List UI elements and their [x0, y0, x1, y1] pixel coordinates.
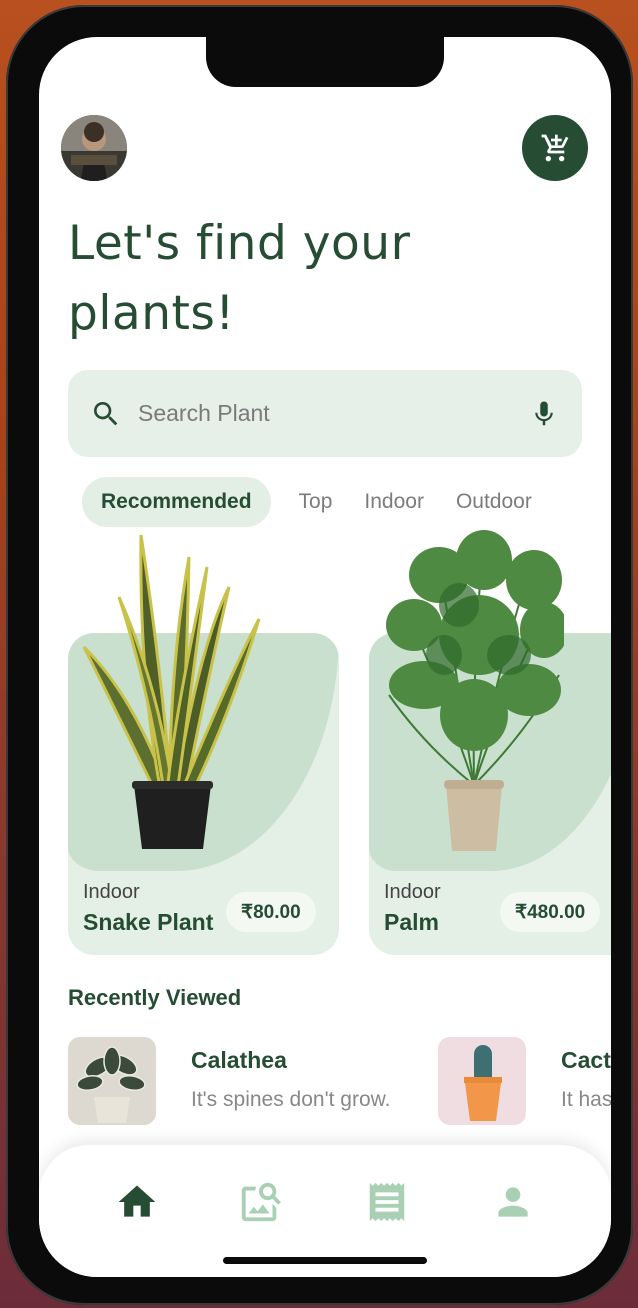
product-name: Palm: [384, 909, 439, 935]
product-category: Indoor: [384, 881, 441, 903]
search-input[interactable]: [138, 400, 524, 427]
calathea-thumbnail: [68, 1037, 156, 1125]
image-search-icon: [241, 1182, 281, 1222]
recently-viewed-item[interactable]: Calathea It's spines don't grow.: [68, 1037, 390, 1125]
palm-image: [386, 530, 564, 851]
avatar[interactable]: [61, 115, 127, 181]
cart-icon: [541, 134, 569, 162]
cart-button[interactable]: [522, 115, 588, 181]
recent-item-description: It's spines don't grow.: [191, 1088, 391, 1111]
nav-home[interactable]: [114, 1179, 160, 1225]
mic-icon[interactable]: [524, 394, 564, 434]
recent-item-name: Calathea: [191, 1047, 287, 1073]
page-title: Let's find your plants!: [68, 216, 411, 341]
search-bar[interactable]: [68, 370, 582, 457]
product-price: ₹80.00: [226, 892, 316, 932]
product-category: Indoor: [83, 881, 140, 903]
notch: [206, 37, 444, 87]
recently-viewed-heading: Recently Viewed: [68, 985, 242, 1010]
app-screen: Let's find your plants! Recommended Top …: [39, 37, 611, 1277]
nav-image-search[interactable]: [238, 1179, 284, 1225]
profile-icon: [498, 1187, 528, 1217]
nav-orders[interactable]: [364, 1179, 410, 1225]
recent-item-description: It has spines: [561, 1088, 611, 1111]
tab-recommended[interactable]: Recommended: [82, 477, 271, 527]
tab-top[interactable]: Top: [283, 477, 349, 527]
home-indicator: [223, 1257, 427, 1264]
recently-viewed-item[interactable]: Cactus It has spines: [438, 1037, 611, 1125]
search-icon[interactable]: [86, 394, 126, 434]
cactus-thumbnail: [438, 1037, 526, 1125]
snake-plant-image: [82, 534, 261, 849]
phone-frame: Let's find your plants! Recommended Top …: [6, 5, 633, 1305]
product-price: ₹480.00: [500, 892, 601, 932]
recent-item-name: Cactus: [561, 1047, 611, 1073]
home-icon: [118, 1185, 156, 1217]
receipt-icon: [369, 1182, 405, 1222]
nav-profile[interactable]: [490, 1179, 536, 1225]
product-name: Snake Plant: [83, 909, 214, 935]
